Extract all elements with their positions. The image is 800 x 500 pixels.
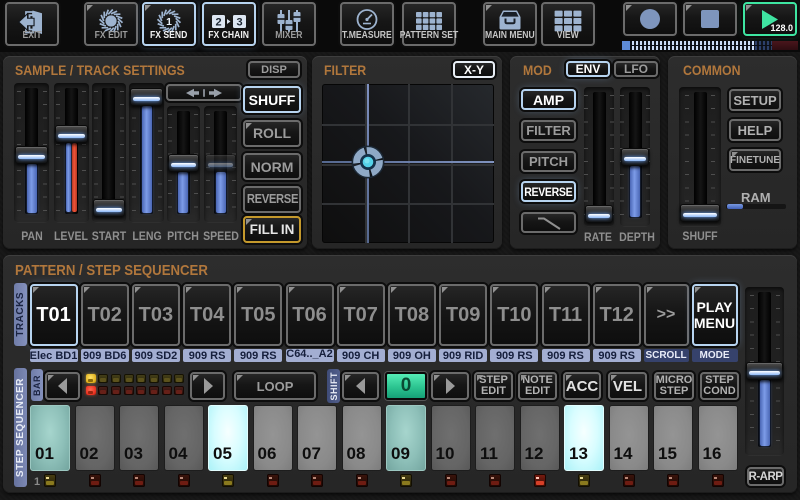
svg-text:3: 3 [236, 17, 242, 29]
svg-text:2: 2 [215, 17, 221, 29]
svg-text:1: 1 [166, 16, 172, 28]
